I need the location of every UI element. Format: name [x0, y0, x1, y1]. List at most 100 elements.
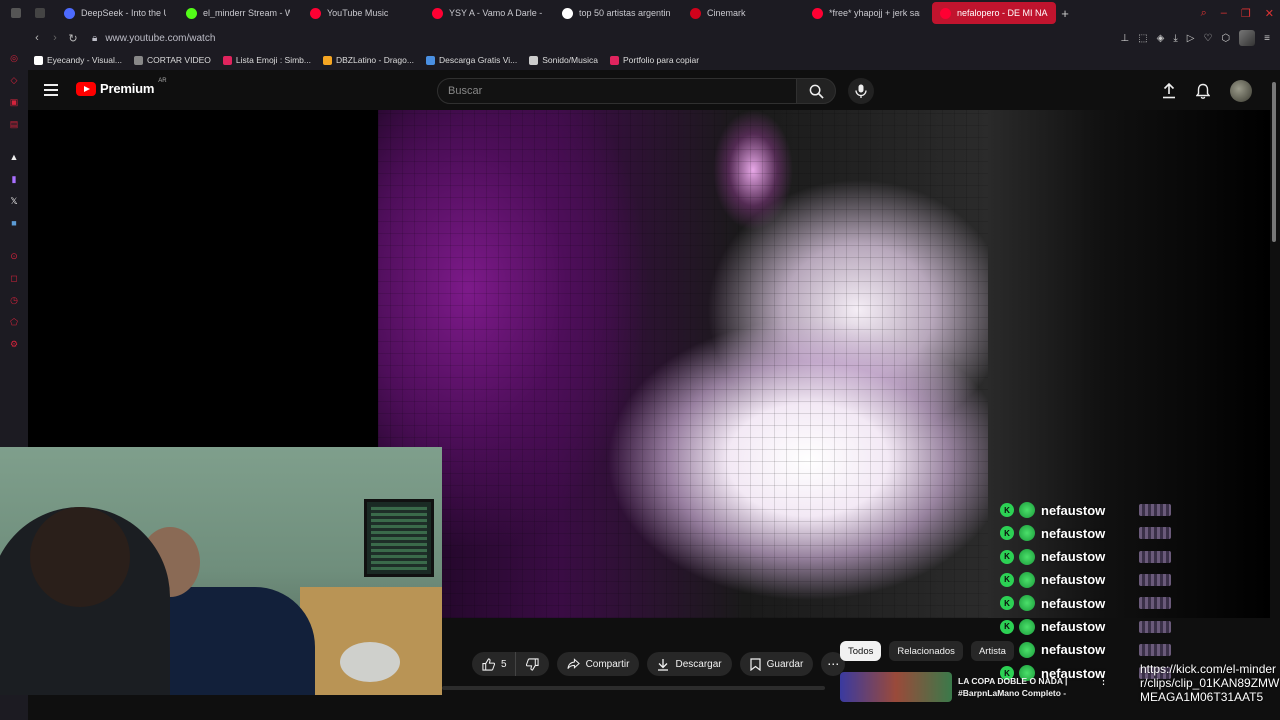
messenger-icon[interactable]: ▣: [8, 96, 20, 108]
browser-tab[interactable]: YSY A - Vamo A Darle - Y: [424, 2, 550, 24]
notifications-icon[interactable]: [1196, 83, 1210, 99]
share-label: Compartir: [585, 658, 630, 670]
filter-chip[interactable]: Relacionados: [889, 641, 963, 661]
bookmark-favicon-icon: [323, 55, 332, 65]
bookmark-icon[interactable]: ◻: [8, 272, 20, 284]
bookmark-item[interactable]: Descarga Gratis Vi...: [425, 55, 518, 65]
bookmark-item[interactable]: Lista Emoji : Simb...: [222, 55, 311, 65]
share-button[interactable]: Compartir: [556, 652, 640, 676]
account-avatar[interactable]: [1230, 80, 1252, 102]
user-badge-icon: [1019, 525, 1035, 542]
browser-tab[interactable]: top 50 artistas argentinos: [554, 2, 678, 24]
bag-icon[interactable]: ◇: [8, 74, 20, 86]
send-icon[interactable]: ▷: [1187, 33, 1195, 44]
browser-tab[interactable]: nefalopero - DE MI NA: [932, 2, 1056, 24]
menu-icon[interactable]: ≡: [1264, 33, 1270, 44]
lock-icon: 🔒︎: [92, 32, 98, 44]
dislike-button[interactable]: [515, 652, 549, 676]
back-icon[interactable]: ‹: [28, 32, 46, 44]
chat-username: nefaustow: [1041, 572, 1106, 588]
emote-icon: [1139, 643, 1171, 656]
minimize-icon[interactable]: –: [1221, 7, 1227, 19]
upload-icon[interactable]: [1162, 83, 1176, 99]
tab-list-icon[interactable]: [35, 8, 45, 18]
emote-icon: [1139, 527, 1171, 540]
emote-icon: [1139, 597, 1171, 610]
video-progress-track[interactable]: [442, 686, 825, 690]
twitch-icon[interactable]: ▮: [8, 173, 20, 185]
recommended-thumbnail[interactable]: [840, 672, 952, 702]
address-bar: ‹ › ↻ 🔒︎ www.youtube.com/watch ⊥ ⬚ ◈ ⤓ ▷…: [28, 26, 1280, 50]
video-menu-icon[interactable]: ⋮: [1098, 674, 1109, 687]
kick-logo-icon: K: [1000, 503, 1014, 517]
extensions-icon[interactable]: ⬡: [1221, 33, 1230, 44]
bookmarks-bar: Eyecandy - Visual... CORTAR VIDEO Lista Em…: [28, 50, 1280, 70]
browser-tab[interactable]: Cinemark: [682, 2, 800, 24]
x-icon[interactable]: 𝕏: [8, 195, 20, 207]
filter-chip[interactable]: Artista: [970, 641, 1014, 661]
history-icon[interactable]: ◷: [8, 294, 20, 306]
recommended-title[interactable]: LA COPA DOBLE O NADA | #BarpnLaMano Comp…: [958, 675, 1098, 699]
youtube-premium-logo[interactable]: Premium AR: [76, 78, 167, 96]
screenshot-icon[interactable]: ⬚: [1138, 33, 1147, 44]
bookmark-item[interactable]: Portfolio para copiar: [609, 55, 700, 65]
heart-icon[interactable]: ♡: [1203, 33, 1212, 44]
chat-message: Knefaustow: [1000, 500, 1171, 520]
microphone-icon: [855, 84, 867, 98]
bookmark-item[interactable]: Sonido/Musica: [529, 55, 598, 65]
profile-avatar[interactable]: [1239, 30, 1256, 46]
user-badge-icon: [1019, 618, 1035, 635]
bookmark-item[interactable]: CORTAR VIDEO: [133, 55, 211, 65]
bookmark-item[interactable]: DBZLatino - Drago...: [323, 55, 414, 65]
search-tabs-icon[interactable]: ⌕: [1201, 7, 1207, 20]
kick-logo-icon: K: [1000, 526, 1014, 541]
search-input[interactable]: Buscar: [437, 78, 797, 104]
tab-label: *free* yhapojj + jerk sam: [829, 8, 920, 18]
save-button[interactable]: Guardar: [739, 652, 814, 676]
settings-icon[interactable]: ⚙: [8, 338, 20, 350]
chat-message: Knefaustow: [1000, 523, 1171, 543]
download-button[interactable]: Descargar: [647, 652, 732, 676]
bookmark-label: Portfolio para copiar: [622, 55, 700, 65]
voice-search-button[interactable]: [848, 78, 874, 104]
shield-icon[interactable]: ◈: [1157, 33, 1165, 44]
scrollbar-thumb[interactable]: [1272, 82, 1276, 242]
browser-tab[interactable]: YouTube Music: [302, 2, 420, 24]
kick-logo-icon: K: [1000, 572, 1014, 587]
workspace-icon[interactable]: [11, 8, 21, 18]
app-icon[interactable]: ■: [8, 217, 20, 229]
browser-tab[interactable]: DeepSeek - Into the Unkn: [56, 2, 174, 24]
extensions-sidebar-icon[interactable]: ⬠: [8, 316, 20, 328]
bookmark-item[interactable]: Eyecandy - Visual...: [34, 55, 122, 65]
close-window-icon[interactable]: ✕: [1265, 7, 1274, 20]
music-icon[interactable]: ⊙: [8, 250, 20, 262]
tab-label: el_minderr Stream - Watc: [203, 8, 290, 18]
download-icon[interactable]: ⤓: [1173, 33, 1177, 44]
reload-icon[interactable]: ↻: [64, 32, 82, 45]
ai-icon[interactable]: ▲: [8, 151, 20, 163]
hamburger-menu-icon[interactable]: [44, 84, 58, 99]
pin-icon[interactable]: ⊥: [1120, 33, 1129, 44]
user-badge-icon: [1019, 502, 1035, 518]
kick-icon: [186, 7, 197, 19]
forward-icon[interactable]: ›: [46, 32, 64, 44]
download-label: Descargar: [675, 658, 722, 670]
player-icon[interactable]: ◎: [8, 52, 20, 64]
like-button[interactable]: 5: [472, 652, 516, 676]
url-field[interactable]: 🔒︎ www.youtube.com/watch: [92, 33, 215, 44]
chat-message: Knefaustow: [1000, 547, 1171, 567]
chat-icon[interactable]: ▤: [8, 118, 20, 130]
bookmark-favicon-icon: [222, 55, 232, 65]
browser-tab[interactable]: el_minderr Stream - Watc: [178, 2, 298, 24]
search-button[interactable]: [796, 78, 836, 104]
maximize-icon[interactable]: ❐: [1241, 7, 1251, 20]
chat-username: nefaustow: [1041, 502, 1106, 518]
new-tab-button[interactable]: +: [1056, 6, 1074, 21]
recommended-video[interactable]: LA COPA DOBLE O NADA | #BarpnLaMano Comp…: [840, 672, 1110, 702]
browser-tab[interactable]: *free* yhapojj + jerk sam: [804, 2, 928, 24]
user-badge-icon: [1019, 571, 1035, 588]
bookmark-label: Descarga Gratis Vi...: [438, 55, 518, 65]
window-controls: ⌕ – ❐ ✕: [1201, 0, 1274, 26]
workspace-switcher[interactable]: [0, 8, 56, 18]
filter-chip[interactable]: Todos: [840, 641, 882, 661]
